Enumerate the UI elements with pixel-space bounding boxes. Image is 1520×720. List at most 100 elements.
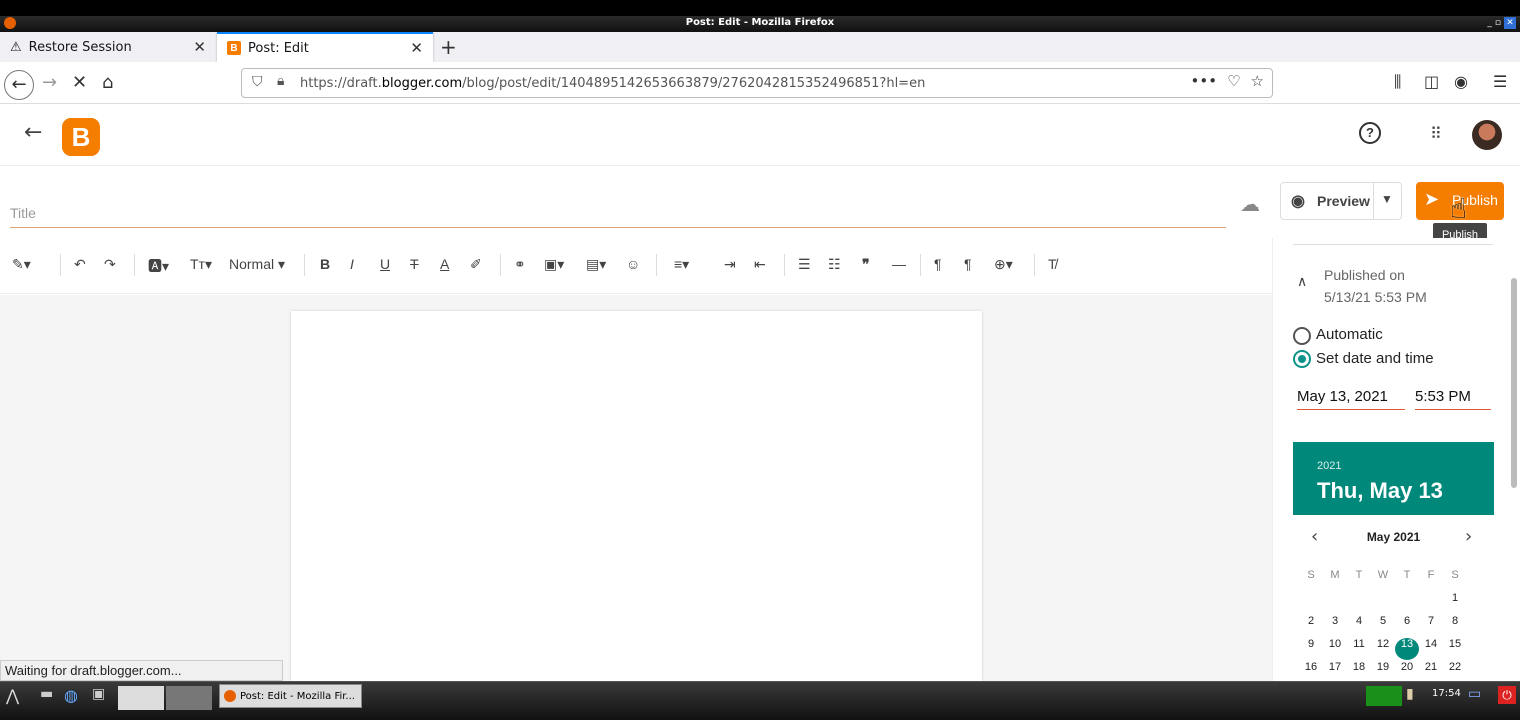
paragraph-format-select[interactable]: Normal ▾ bbox=[229, 256, 285, 273]
font-size-icon[interactable]: Tт▾ bbox=[190, 256, 212, 273]
calendar-day[interactable]: 4 bbox=[1347, 615, 1371, 637]
chevron-up-icon[interactable]: ∧ bbox=[1297, 274, 1307, 290]
workspace-switcher[interactable] bbox=[166, 686, 212, 710]
chevron-down-icon[interactable]: ▼ bbox=[1381, 192, 1393, 206]
redo-icon[interactable]: ↷ bbox=[104, 256, 116, 273]
tab-post-edit[interactable]: B Post: Edit ✕ bbox=[217, 32, 433, 62]
calendar-day[interactable]: 5 bbox=[1371, 615, 1395, 637]
sidebar-toggle-icon[interactable]: ◫ bbox=[1424, 72, 1439, 91]
calendar-day[interactable]: 22 bbox=[1443, 661, 1467, 683]
help-icon[interactable]: ? bbox=[1359, 122, 1381, 144]
show-desktop-icon[interactable]: ▬ bbox=[40, 686, 53, 710]
back-button[interactable]: ← bbox=[4, 70, 34, 100]
tab-restore-session[interactable]: ⚠ Restore Session ✕ bbox=[0, 32, 216, 62]
strikethrough-icon[interactable]: T bbox=[410, 256, 419, 272]
back-arrow-icon[interactable]: ← bbox=[24, 120, 42, 145]
language-icon[interactable]: ⊕▾ bbox=[994, 256, 1013, 273]
video-icon[interactable]: ▤▾ bbox=[586, 256, 606, 273]
calendar-day[interactable]: 15 bbox=[1443, 638, 1467, 660]
new-tab-button[interactable]: + bbox=[440, 32, 457, 62]
align-icon[interactable]: ≡▾ bbox=[674, 256, 689, 273]
time-field[interactable]: 5:53 PM bbox=[1415, 388, 1491, 410]
minimize-icon[interactable]: _ bbox=[1487, 18, 1492, 28]
calendar-day[interactable]: 18 bbox=[1347, 661, 1371, 683]
indent-increase-icon[interactable]: ⇥ bbox=[724, 256, 736, 273]
quote-icon[interactable]: ❞ bbox=[862, 256, 870, 273]
pen-mode-icon[interactable]: ✎▾ bbox=[12, 256, 31, 273]
date-field[interactable]: May 13, 2021 bbox=[1297, 388, 1405, 410]
numbered-list-icon[interactable]: ☷ bbox=[828, 256, 841, 273]
calendar-day[interactable]: 16 bbox=[1299, 661, 1323, 683]
undo-icon[interactable]: ↶ bbox=[74, 256, 86, 273]
clock[interactable]: 17:54 bbox=[1432, 688, 1461, 699]
italic-icon[interactable]: I bbox=[350, 256, 354, 272]
bookmark-star-icon[interactable]: ☆ bbox=[1251, 72, 1264, 90]
ltr-icon[interactable]: ¶ bbox=[934, 256, 942, 272]
calendar-day[interactable]: 12 bbox=[1371, 638, 1395, 660]
link-icon[interactable]: ⚭ bbox=[514, 256, 526, 273]
calendar-day[interactable]: 1 bbox=[1443, 592, 1467, 614]
calendar-day-selected[interactable]: 13 bbox=[1395, 638, 1419, 660]
firefox-launcher[interactable] bbox=[118, 686, 164, 710]
calendar-day[interactable]: 7 bbox=[1419, 615, 1443, 637]
url-bar[interactable]: ⛉ 🔒︎ https://draft.blogger.com/blog/post… bbox=[241, 68, 1273, 98]
font-icon[interactable]: 🅰▾ bbox=[148, 256, 169, 276]
page-actions-icon[interactable]: ••• bbox=[1191, 72, 1218, 90]
taskbar-firefox-task[interactable]: Post: Edit - Mozilla Fir... bbox=[219, 684, 362, 708]
underline-icon[interactable]: U bbox=[380, 256, 390, 272]
calendar-day[interactable]: 2 bbox=[1299, 615, 1323, 637]
apps-grid-icon[interactable]: ⠿ bbox=[1430, 124, 1442, 143]
shield-icon[interactable]: ⛉ bbox=[252, 74, 263, 90]
library-icon[interactable]: ⫼ bbox=[1394, 72, 1401, 92]
clipboard-icon[interactable]: ▮ bbox=[1406, 686, 1414, 710]
calendar-day[interactable]: 21 bbox=[1419, 661, 1443, 683]
radio-set-date-time[interactable] bbox=[1293, 350, 1311, 368]
calendar-day[interactable]: 19 bbox=[1371, 661, 1395, 683]
preview-button[interactable]: ◉ Preview ▼ bbox=[1280, 182, 1402, 220]
home-button[interactable]: ⌂ bbox=[102, 70, 113, 96]
indent-decrease-icon[interactable]: ⇤ bbox=[754, 256, 766, 273]
clear-formatting-icon[interactable]: T̸ bbox=[1048, 256, 1057, 272]
calendar-day[interactable]: 11 bbox=[1347, 638, 1371, 660]
menu-icon[interactable]: ☰ bbox=[1493, 72, 1507, 91]
calendar-day[interactable]: 8 bbox=[1443, 615, 1467, 637]
display-icon[interactable]: ▭ bbox=[1468, 686, 1481, 710]
calendar-day[interactable]: 3 bbox=[1323, 615, 1347, 637]
image-icon[interactable]: ▣▾ bbox=[544, 256, 564, 273]
account-icon[interactable]: ◉ bbox=[1454, 72, 1468, 91]
close-tab-icon[interactable]: ✕ bbox=[193, 38, 206, 56]
network-icon[interactable]: ◍ bbox=[64, 686, 78, 710]
blogger-logo-icon[interactable]: B bbox=[62, 118, 100, 156]
radio-automatic[interactable] bbox=[1293, 327, 1311, 345]
post-title-input[interactable]: Title bbox=[10, 198, 1226, 228]
bulleted-list-icon[interactable]: ☰ bbox=[798, 256, 811, 273]
calendar-day[interactable]: 14 bbox=[1419, 638, 1443, 660]
calendar-day[interactable]: 6 bbox=[1395, 615, 1419, 637]
forward-button[interactable]: → bbox=[42, 70, 57, 96]
horizontal-rule-icon[interactable]: — bbox=[892, 256, 906, 272]
stop-loading-button[interactable]: ✕ bbox=[72, 70, 87, 96]
url-text[interactable]: https://draft.blogger.com/blog/post/edit… bbox=[300, 76, 925, 91]
file-manager-icon[interactable]: ▣ bbox=[92, 686, 105, 710]
start-menu-icon[interactable]: ⋀ bbox=[6, 686, 19, 710]
calendar-day[interactable]: 9 bbox=[1299, 638, 1323, 660]
calendar-next-month-icon[interactable]: › bbox=[1465, 526, 1472, 547]
rtl-icon[interactable]: ¶ bbox=[964, 256, 972, 272]
maximize-icon[interactable]: ▫ bbox=[1495, 18, 1501, 28]
avatar[interactable] bbox=[1472, 120, 1502, 150]
editor-body[interactable] bbox=[291, 311, 982, 681]
emoji-icon[interactable]: ☺ bbox=[626, 256, 640, 272]
close-window-icon[interactable]: ✕ bbox=[1504, 17, 1516, 29]
calendar-day[interactable]: 10 bbox=[1323, 638, 1347, 660]
pocket-icon[interactable]: ♡ bbox=[1227, 72, 1240, 90]
highlight-icon[interactable]: ✐ bbox=[470, 256, 482, 273]
text-color-icon[interactable]: A bbox=[440, 256, 449, 272]
close-tab-icon[interactable]: ✕ bbox=[410, 39, 423, 57]
published-on-section[interactable]: Published on 5/13/21 5:53 PM bbox=[1324, 264, 1427, 308]
lock-icon[interactable]: 🔒︎ bbox=[277, 73, 284, 89]
sidebar-scrollbar[interactable] bbox=[1511, 278, 1517, 488]
power-icon[interactable]: ⏻ bbox=[1498, 686, 1516, 704]
calendar-day[interactable]: 17 bbox=[1323, 661, 1347, 683]
calendar-day[interactable]: 20 bbox=[1395, 661, 1419, 683]
calendar-year[interactable]: 2021 bbox=[1317, 460, 1341, 472]
